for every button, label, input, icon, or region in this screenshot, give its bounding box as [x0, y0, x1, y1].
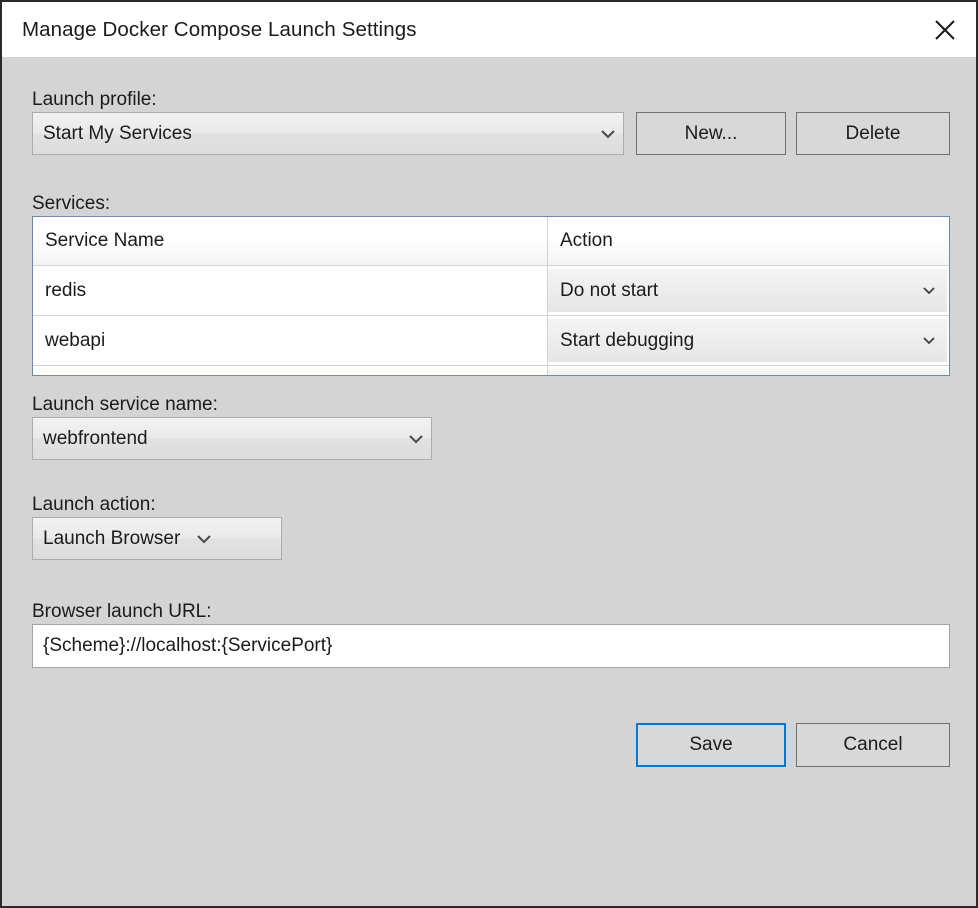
cancel-button[interactable]: Cancel: [796, 723, 950, 767]
launch-profile-label: Launch profile:: [32, 89, 157, 110]
launch-service-name-combobox[interactable]: webfrontend: [32, 417, 432, 460]
column-header-service-name: Service Name: [33, 217, 548, 265]
launch-action-combobox[interactable]: Launch Browser: [32, 517, 282, 560]
dialog-title: Manage Docker Compose Launch Settings: [22, 17, 417, 41]
table-row[interactable]: webfrontend Start debugging: [33, 366, 949, 375]
new-profile-button[interactable]: New...: [636, 112, 786, 155]
launch-action-value: Launch Browser: [43, 527, 181, 549]
chevron-down-icon: [401, 434, 431, 444]
launch-action-label: Launch action:: [32, 494, 156, 515]
browser-launch-url-value: {Scheme}://localhost:{ServicePort}: [43, 635, 333, 656]
service-name-cell: webfrontend: [33, 366, 548, 375]
table-header-row: Service Name Action: [33, 217, 949, 266]
service-action-value: Start debugging: [560, 329, 695, 351]
chevron-down-icon: [186, 534, 222, 544]
services-table: Service Name Action redis Do not start w…: [32, 216, 950, 376]
chevron-down-icon: [911, 286, 947, 295]
service-name-cell: redis: [33, 266, 548, 315]
table-row[interactable]: webapi Start debugging: [33, 316, 949, 366]
service-action-combobox[interactable]: Do not start: [548, 269, 947, 312]
chevron-down-icon: [593, 129, 623, 139]
column-header-action: Action: [560, 230, 613, 251]
dialog-window: Manage Docker Compose Launch Settings La…: [0, 0, 978, 908]
service-action-cell: Do not start: [548, 266, 949, 315]
chevron-down-icon: [911, 336, 947, 345]
save-button[interactable]: Save: [636, 723, 786, 767]
title-bar: Manage Docker Compose Launch Settings: [2, 2, 976, 57]
service-action-cell: Start debugging: [548, 316, 949, 365]
table-row[interactable]: redis Do not start: [33, 266, 949, 316]
service-name-cell: webapi: [33, 316, 548, 365]
delete-profile-button[interactable]: Delete: [796, 112, 950, 155]
launch-profile-value: Start My Services: [43, 122, 192, 144]
browser-launch-url-label: Browser launch URL:: [32, 601, 212, 622]
browser-launch-url-input[interactable]: {Scheme}://localhost:{ServicePort}: [32, 624, 950, 668]
service-action-combobox[interactable]: Start debugging: [548, 369, 947, 375]
launch-service-name-value: webfrontend: [43, 427, 148, 449]
service-action-cell: Start debugging: [548, 366, 949, 375]
launch-service-name-label: Launch service name:: [32, 394, 218, 415]
launch-profile-combobox[interactable]: Start My Services: [32, 112, 624, 155]
services-label: Services:: [32, 193, 111, 214]
dialog-body: Launch profile: Start My Services New...…: [2, 57, 976, 906]
close-button[interactable]: [914, 2, 976, 57]
close-icon: [932, 17, 958, 43]
service-action-combobox[interactable]: Start debugging: [548, 319, 947, 362]
service-action-value: Do not start: [560, 279, 659, 301]
